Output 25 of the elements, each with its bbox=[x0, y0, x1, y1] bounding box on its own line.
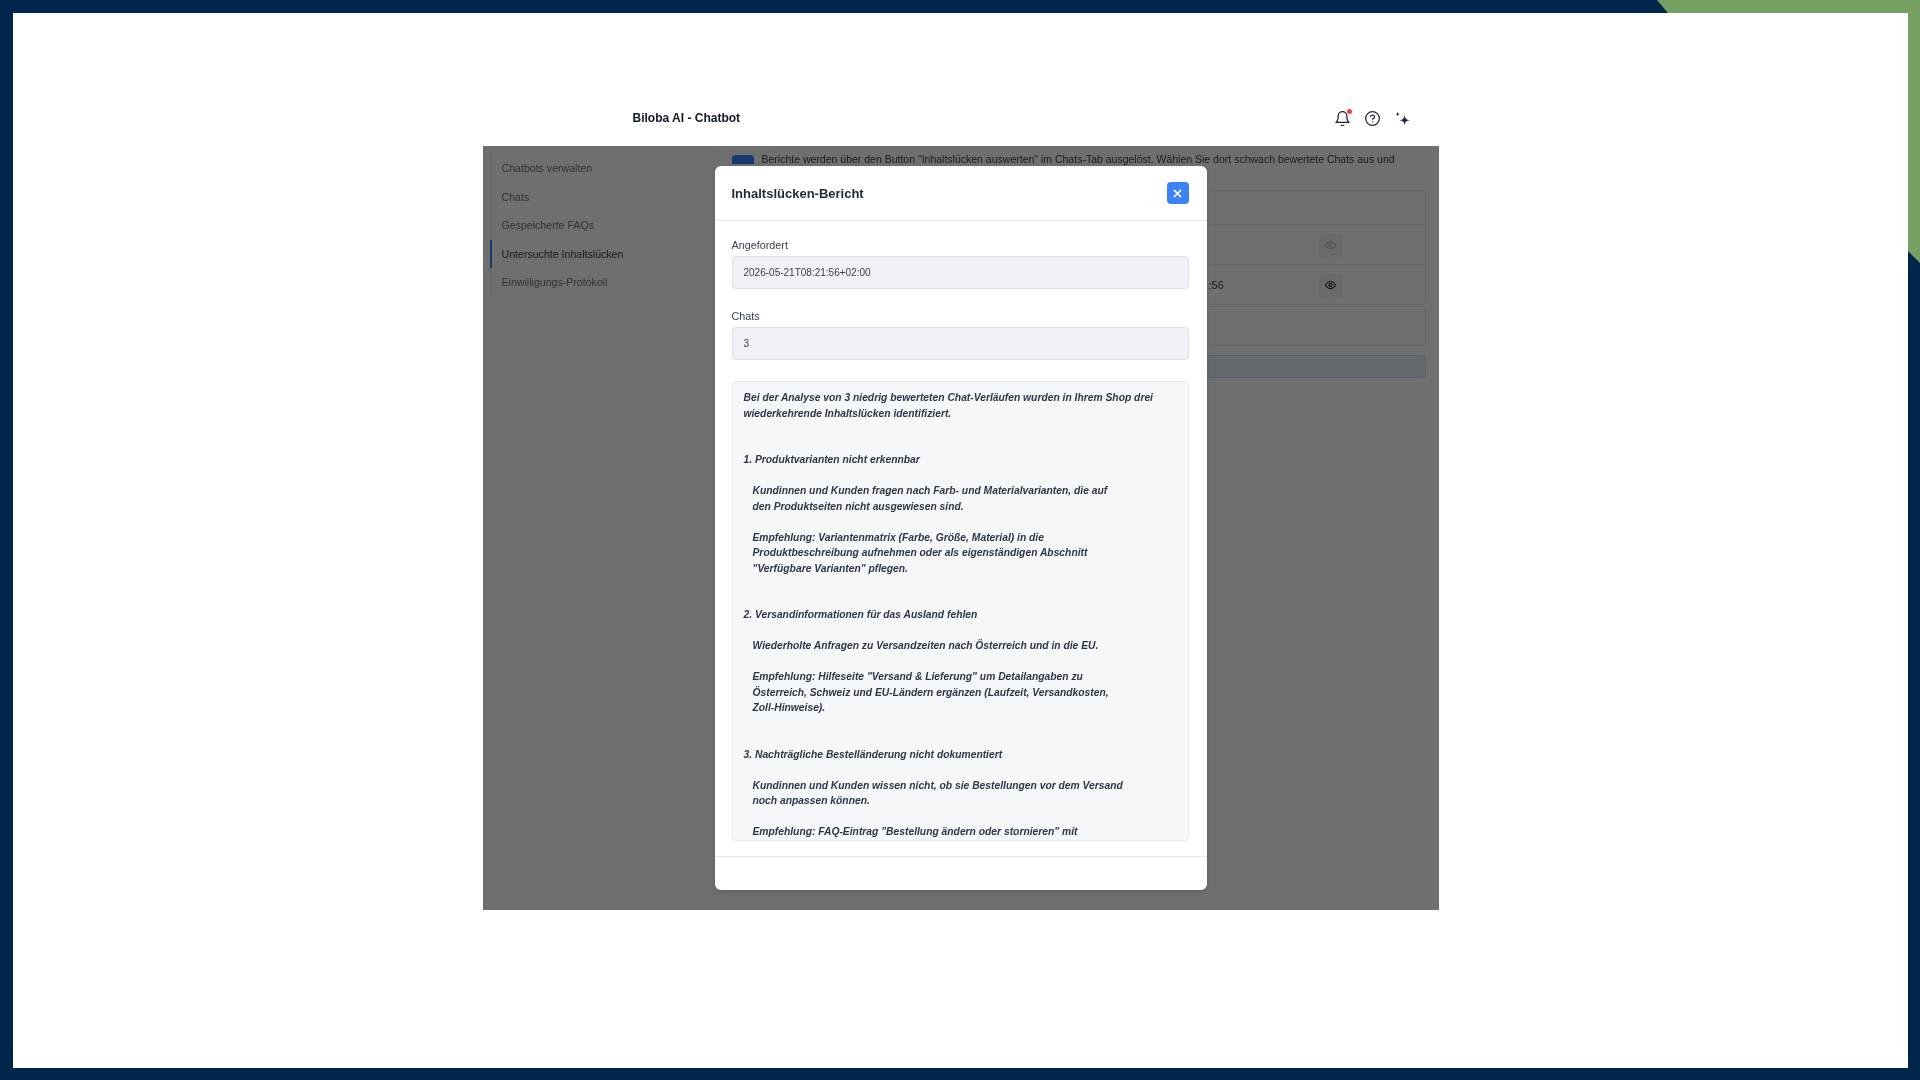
report-paragraph: Empfehlung: Variantenmatrix (Farbe, Größe, Material) in die Produktbeschreibung aufnehmen oder als eigenständigen Abschnitt "Verfügbare Varianten" pflegen. bbox=[751, 530, 1089, 576]
field-label: Angefordert bbox=[731, 238, 789, 252]
dialog-title: Inhaltslücken-Bericht bbox=[731, 185, 864, 201]
report-heading: 3. Nachträgliche Bestelländerung nicht dokumentiert bbox=[743, 747, 1004, 762]
report-paragraph: Wiederholte Anfragen zu Versandzeiten nach Österreich und in die EU. bbox=[751, 638, 1100, 653]
sparkle-icon[interactable] bbox=[1394, 110, 1410, 126]
report-paragraph: Kundinnen und Kunden fragen nach Farb- und Materialvarianten, die auf den Produktseiten nicht ausgewiesen sind. bbox=[751, 484, 1109, 514]
table-cell-text: :56 bbox=[1208, 278, 1225, 291]
view-button[interactable] bbox=[1318, 272, 1343, 297]
close-icon bbox=[1173, 188, 1182, 198]
help-icon[interactable] bbox=[1364, 110, 1380, 126]
field-label: Chats bbox=[731, 309, 761, 323]
value-field[interactable]: 3 bbox=[731, 327, 1189, 360]
report-paragraph: Empfehlung: Hilfeseite "Versand & Lieferung" um Detailangaben zu Österreich, Schweiz und EU-Ländern ergänzen (Laufzeit, Versandkosten, Zoll-Hinweise). bbox=[751, 670, 1110, 715]
report-paragraph: Kundinnen und Kunden wissen nicht, ob sie Bestellungen vor dem Versand noch anpassen können. bbox=[751, 778, 1124, 808]
report-intro: Bei der Analyse von 3 niedrig bewerteten Chat-Verläufen wurden in Ihrem Shop drei wiederkehrende Inhaltslücken identifiziert. bbox=[743, 391, 1154, 421]
value-field[interactable]: 2026-05-21T08:21:56+02:00 bbox=[731, 256, 1189, 289]
close-button[interactable] bbox=[1166, 182, 1189, 204]
report-heading: 2. Versandinformationen für das Ausland fehlen bbox=[743, 608, 979, 622]
app-title: Biloba AI - Chatbot bbox=[632, 111, 741, 125]
report-heading: 1. Produktvarianten nicht erkennbar bbox=[743, 453, 921, 467]
bell-icon[interactable] bbox=[1334, 110, 1350, 126]
notice-text: Berichte werden über den Button "Inhaltslücken auswerten" im Chats-Tab ausgelöst. Wählen Sie dort schwach bewertete Chats aus und bbox=[761, 153, 1395, 165]
report-paragraph: Empfehlung: FAQ-Eintrag "Bestellung ändern oder stornieren" mit bbox=[751, 825, 1079, 839]
notice-icon bbox=[731, 155, 754, 164]
